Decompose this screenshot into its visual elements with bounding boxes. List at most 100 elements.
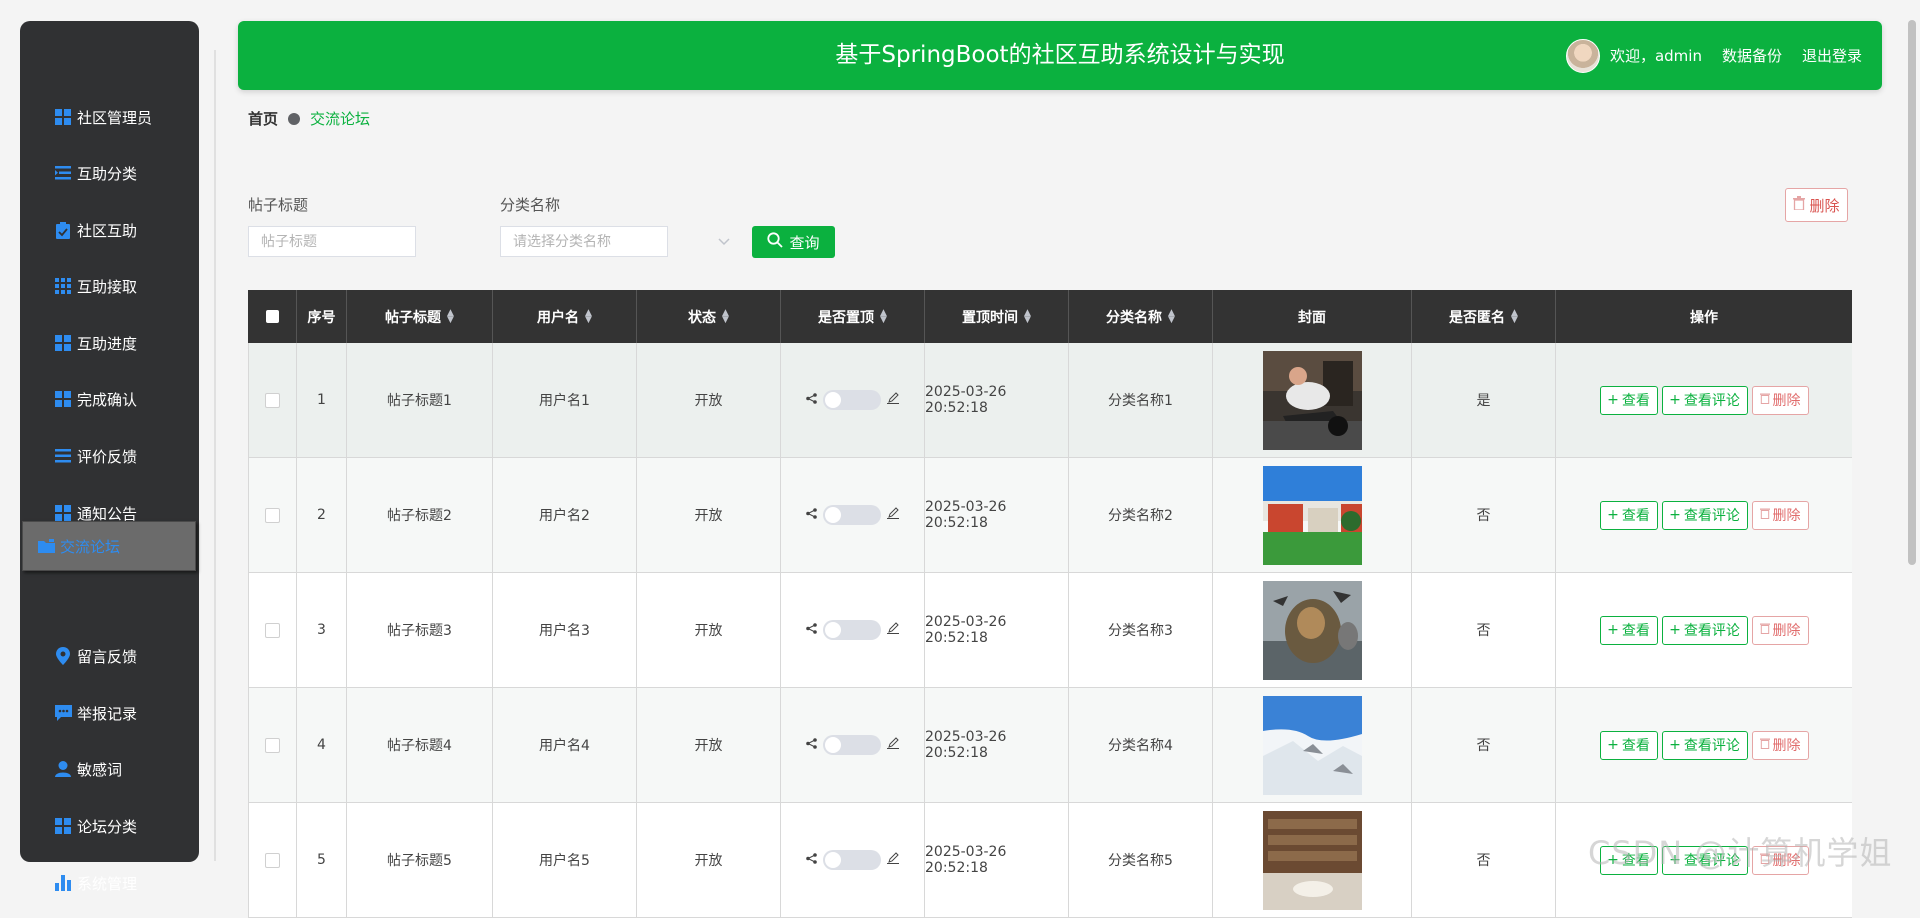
- sidebar-item-report-records[interactable]: 举报记录: [20, 691, 199, 735]
- select-all-checkbox[interactable]: [265, 310, 279, 323]
- delete-button-label: 删除: [1772, 623, 1801, 639]
- delete-button[interactable]: 删除: [1751, 385, 1809, 415]
- sidebar-item-label: 论坛分类: [77, 817, 138, 836]
- category-select[interactable]: [500, 226, 668, 257]
- th-pinned[interactable]: 是否置顶 ▲ ▼: [781, 290, 925, 343]
- sidebar-item-help-progress[interactable]: 互助进度: [20, 321, 199, 365]
- delete-button[interactable]: 删除: [1751, 615, 1809, 645]
- pinned-toggle[interactable]: [823, 620, 881, 640]
- cell-status: 开放: [637, 573, 781, 687]
- sort-icon[interactable]: ▲ ▼: [880, 308, 887, 324]
- delete-button[interactable]: 删除: [1751, 730, 1809, 760]
- sidebar-item-evaluation-feedback[interactable]: 评价反馈: [20, 434, 199, 478]
- cover-image-snow-mountain[interactable]: [1262, 695, 1362, 795]
- delete-button-label: 删除: [1772, 738, 1801, 754]
- cell-pinned: [781, 458, 925, 572]
- th-anonymous[interactable]: 是否匿名 ▲ ▼: [1412, 290, 1556, 343]
- cover-image-library[interactable]: [1262, 810, 1362, 910]
- delete-button-label: 删除: [1772, 393, 1801, 409]
- data-backup-link[interactable]: 数据备份: [1722, 45, 1782, 66]
- breadcrumb-home[interactable]: 首页: [248, 108, 278, 129]
- sidebar-scrollbar[interactable]: [214, 50, 216, 861]
- sidebar-item-label: 完成确认: [77, 390, 138, 409]
- sort-icon[interactable]: ▲ ▼: [447, 308, 454, 324]
- table-row[interactable]: 3 帖子标题3 用户名3 开放 2025-03-26 20:52:18 分类名称…: [248, 573, 1852, 688]
- cover-image-campus[interactable]: [1262, 465, 1362, 565]
- row-select-cell: [248, 343, 297, 457]
- search-icon: [767, 232, 789, 252]
- cell-category: 分类名称2: [1069, 458, 1213, 572]
- view-comments-label: 查看评论: [1683, 738, 1740, 754]
- view-button-label: 查看: [1621, 738, 1650, 754]
- cell-actions: + 查看 + 查看评论 删除: [1556, 458, 1852, 572]
- sort-icon[interactable]: ▲ ▼: [1168, 308, 1175, 324]
- post-title-input[interactable]: [248, 226, 416, 257]
- sidebar-item-community-help[interactable]: 社区互助: [20, 208, 199, 252]
- view-button-label: 查看: [1621, 393, 1650, 409]
- sort-icon[interactable]: ▲ ▼: [1024, 308, 1031, 324]
- cell-category: 分类名称5: [1069, 803, 1213, 917]
- view-button[interactable]: + 查看: [1599, 500, 1658, 530]
- table-row[interactable]: 4 帖子标题4 用户名4 开放 2025-03-26 20:52:18 分类名称…: [248, 688, 1852, 803]
- th-pin-time[interactable]: 置顶时间 ▲ ▼: [925, 290, 1069, 343]
- cell-post-title: 帖子标题1: [347, 343, 493, 457]
- sidebar-item-message-feedback[interactable]: 留言反馈: [20, 634, 199, 678]
- sidebar-item-help-category[interactable]: 互助分类: [20, 151, 199, 195]
- cell-index: 2: [297, 458, 347, 572]
- cell-pinned: [781, 343, 925, 457]
- view-comments-button[interactable]: + 查看评论: [1661, 385, 1748, 415]
- cover-image-lion-fantasy[interactable]: [1262, 580, 1362, 680]
- chat-icon: [54, 704, 72, 722]
- cell-actions: + 查看 + 查看评论 删除: [1556, 573, 1852, 687]
- view-button[interactable]: + 查看: [1599, 730, 1658, 760]
- cell-pinned: [781, 688, 925, 802]
- table-row[interactable]: 1 帖子标题1 用户名1 开放 2025-03-26 20:52:18 分类名称…: [248, 343, 1852, 458]
- th-label: 用户名: [537, 309, 580, 326]
- pinned-toggle[interactable]: [823, 735, 881, 755]
- row-checkbox[interactable]: [265, 507, 280, 523]
- grid-icon: [54, 390, 72, 408]
- view-button[interactable]: + 查看: [1599, 385, 1658, 415]
- th-status[interactable]: 状态 ▲ ▼: [637, 290, 781, 343]
- sidebar-item-completion-confirm[interactable]: 完成确认: [20, 377, 199, 421]
- cell-cover: [1213, 343, 1412, 457]
- sidebar-item-forum-category[interactable]: 论坛分类: [20, 804, 199, 848]
- chevron-down-icon[interactable]: [718, 234, 730, 250]
- pinned-toggle[interactable]: [823, 390, 881, 410]
- batch-delete-button[interactable]: 删除: [1785, 188, 1848, 222]
- apps-icon: [54, 277, 72, 295]
- sidebar-item-label: 系统管理: [77, 874, 138, 893]
- th-username[interactable]: 用户名 ▲ ▼: [493, 290, 637, 343]
- cell-anonymous: 是: [1412, 343, 1556, 457]
- plus-icon: +: [1607, 507, 1619, 523]
- page-scrollbar[interactable]: [1908, 20, 1916, 565]
- pinned-toggle[interactable]: [823, 850, 881, 870]
- sort-icon[interactable]: ▲ ▼: [722, 308, 729, 324]
- row-checkbox[interactable]: [265, 737, 280, 753]
- row-select-cell: [248, 458, 297, 572]
- delete-button[interactable]: 删除: [1751, 500, 1809, 530]
- th-post-title[interactable]: 帖子标题 ▲ ▼: [347, 290, 493, 343]
- row-checkbox[interactable]: [265, 622, 280, 638]
- view-comments-button[interactable]: + 查看评论: [1661, 615, 1748, 645]
- row-checkbox[interactable]: [265, 392, 280, 408]
- sort-icon[interactable]: ▲ ▼: [1511, 308, 1518, 324]
- cover-image-gym[interactable]: [1262, 350, 1362, 450]
- sidebar-item-sensitive-words[interactable]: 敏感词: [20, 747, 199, 791]
- query-button[interactable]: 查询: [752, 226, 835, 258]
- row-checkbox[interactable]: [265, 852, 280, 868]
- pinned-toggle[interactable]: [823, 505, 881, 525]
- view-comments-button[interactable]: + 查看评论: [1661, 500, 1748, 530]
- sort-icon[interactable]: ▲ ▼: [585, 308, 592, 324]
- sidebar-item-forum[interactable]: 交流论坛: [22, 521, 196, 571]
- sidebar-item-system-management[interactable]: 系统管理: [20, 861, 199, 905]
- view-comments-button[interactable]: + 查看评论: [1661, 730, 1748, 760]
- sidebar-item-community-admin[interactable]: 社区管理员: [20, 95, 199, 139]
- avatar[interactable]: [1565, 38, 1600, 73]
- th-category[interactable]: 分类名称 ▲ ▼: [1069, 290, 1213, 343]
- logout-link[interactable]: 退出登录: [1802, 45, 1862, 66]
- sidebar-item-help-accept[interactable]: 互助接取: [20, 264, 199, 308]
- view-button[interactable]: + 查看: [1599, 615, 1658, 645]
- table-row[interactable]: 2 帖子标题2 用户名2 开放 2025-03-26 20:52:18 分类名称…: [248, 458, 1852, 573]
- sidebar-item-label: 留言反馈: [77, 647, 138, 666]
